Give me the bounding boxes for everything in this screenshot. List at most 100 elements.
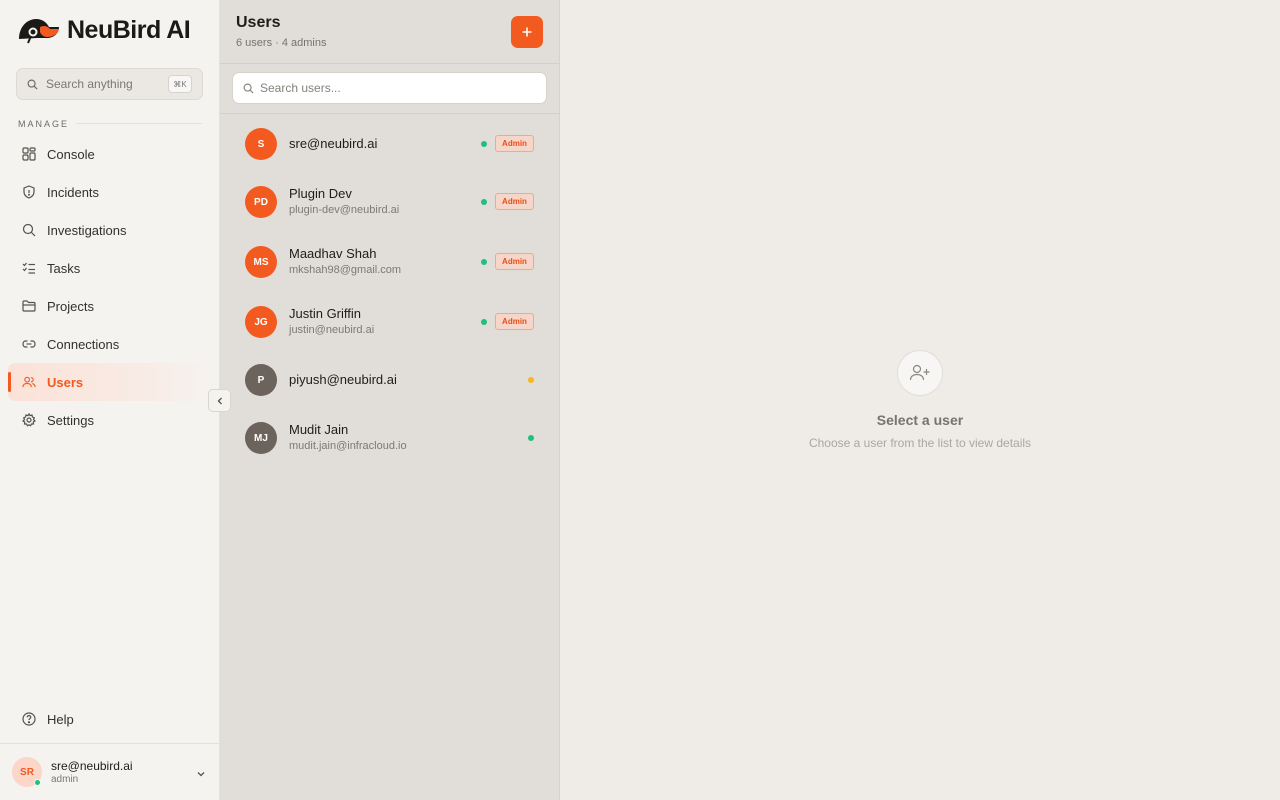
status-dot [481, 259, 487, 265]
sidebar-item-label: Settings [47, 412, 94, 428]
sidebar-item-connections[interactable]: Connections [8, 325, 212, 363]
user-list-item[interactable]: S sre@neubird.ai Admin [220, 114, 559, 174]
user-avatar: MJ [245, 422, 277, 454]
user-list-item[interactable]: MS Maadhav Shah mkshah98@gmail.com Admin [220, 232, 559, 292]
user-initials: JG [254, 316, 268, 328]
users-panel-header: Users 6 users · 4 admins [220, 0, 559, 64]
user-plus-icon [909, 364, 930, 381]
user-initials: PD [254, 196, 268, 208]
search-shortcut: ⌘K [168, 75, 192, 93]
current-user-menu[interactable]: SR sre@neubird.ai admin [0, 743, 220, 800]
user-email: justin@neubird.ai [289, 324, 375, 336]
chevron-down-icon [196, 766, 206, 784]
sidebar-item-help[interactable]: Help [8, 700, 212, 738]
admin-badge: Admin [495, 313, 534, 330]
avatar: SR [12, 757, 42, 787]
user-name: Mudit Jain [289, 422, 349, 437]
user-initials: MJ [254, 432, 268, 444]
admin-badge: Admin [495, 193, 534, 210]
empty-state-icon-container [897, 350, 943, 396]
bird-logo-icon [19, 19, 59, 44]
empty-state-title: Select a user [876, 412, 964, 428]
user-search-input[interactable] [260, 81, 520, 95]
user-name: piyush@neubird.ai [289, 372, 397, 387]
user-avatar: JG [245, 306, 277, 338]
user-email: mudit.jain@infracloud.io [289, 440, 407, 452]
sidebar-item-projects[interactable]: Projects [8, 287, 212, 325]
checklist-icon [22, 261, 36, 275]
search-icon [243, 83, 254, 94]
help-section: Help [8, 700, 212, 738]
current-user-role: admin [51, 774, 79, 785]
user-list-item[interactable]: JG Justin Griffin justin@neubird.ai Admi… [220, 292, 559, 352]
user-initials: P [257, 374, 265, 386]
user-avatar: MS [245, 246, 277, 278]
user-initials: MS [253, 256, 269, 268]
collapse-sidebar-button[interactable] [208, 389, 231, 412]
status-dot [528, 435, 534, 441]
link-icon [22, 337, 36, 351]
online-status-dot [34, 779, 41, 786]
section-divider [76, 123, 202, 124]
sidebar-item-settings[interactable]: Settings [8, 401, 212, 439]
sidebar-item-console[interactable]: Console [8, 135, 212, 173]
user-avatar: S [245, 128, 277, 160]
sidebar-item-label: Tasks [47, 260, 81, 276]
user-name: sre@neubird.ai [289, 136, 378, 151]
help-label: Help [47, 711, 74, 727]
user-email: plugin-dev@neubird.ai [289, 204, 400, 216]
status-dot [528, 377, 534, 383]
admin-badge: Admin [495, 253, 534, 270]
users-icon [22, 375, 36, 389]
sidebar-item-label: Projects [47, 298, 94, 314]
user-list-item[interactable]: P piyush@neubird.ai [220, 350, 559, 410]
user-name: Justin Griffin [289, 306, 362, 321]
users-panel: Users 6 users · 4 admins S sre@neubird.a… [220, 0, 560, 800]
empty-state-subtitle: Choose a user from the list to view deta… [808, 436, 1032, 450]
status-dot [481, 199, 487, 205]
user-avatar: P [245, 364, 277, 396]
brand-logo[interactable]: NeuBird AI [17, 15, 191, 45]
user-email: mkshah98@gmail.com [289, 264, 402, 276]
global-search[interactable]: Search anything ⌘K [16, 68, 203, 100]
section-label-manage: MANAGE [18, 119, 70, 129]
user-list-item[interactable]: MJ Mudit Jain mudit.jain@infracloud.io [220, 408, 559, 468]
help-circle-icon [22, 712, 36, 726]
status-dot [481, 141, 487, 147]
add-user-button[interactable] [511, 16, 543, 48]
current-user-email: sre@neubird.ai [51, 759, 133, 773]
sidebar-item-users[interactable]: Users [8, 363, 212, 401]
user-name: Plugin Dev [289, 186, 352, 201]
shield-icon [22, 185, 36, 199]
users-count-subtitle: 6 users · 4 admins [236, 37, 327, 49]
sidebar-item-label: Connections [47, 336, 120, 352]
user-detail-pane: Select a user Choose a user from the lis… [560, 0, 1280, 800]
brand-name: NeuBird AI [67, 15, 191, 44]
user-list-item[interactable]: PD Plugin Dev plugin-dev@neubird.ai Admi… [220, 172, 559, 232]
sidebar-item-tasks[interactable]: Tasks [8, 249, 212, 287]
search-icon [27, 79, 38, 90]
user-name: Maadhav Shah [289, 246, 377, 261]
sidebar-item-incidents[interactable]: Incidents [8, 173, 212, 211]
grid-icon [22, 147, 36, 161]
gear-icon [22, 413, 36, 427]
search-icon [22, 223, 36, 237]
sidebar-item-label: Users [47, 374, 84, 390]
sidebar: NeuBird AI Search anything ⌘K MANAGE Con… [0, 0, 220, 800]
sidebar-item-label: Incidents [47, 184, 100, 200]
chevron-left-icon [217, 397, 222, 404]
sidebar-nav: Console Incidents Investigations Tasks P… [8, 135, 212, 439]
sidebar-item-label: Investigations [47, 222, 127, 238]
sidebar-item-label: Console [47, 146, 95, 162]
admin-badge: Admin [495, 135, 534, 152]
sidebar-item-investigations[interactable]: Investigations [8, 211, 212, 249]
avatar-initials: SR [20, 766, 34, 778]
status-dot [481, 319, 487, 325]
global-search-placeholder: Search anything [46, 77, 133, 91]
folder-icon [22, 299, 36, 313]
plus-icon [522, 27, 532, 37]
page-title: Users [236, 14, 281, 31]
user-search-field[interactable] [232, 72, 547, 104]
user-avatar: PD [245, 186, 277, 218]
user-initials: S [257, 138, 265, 150]
